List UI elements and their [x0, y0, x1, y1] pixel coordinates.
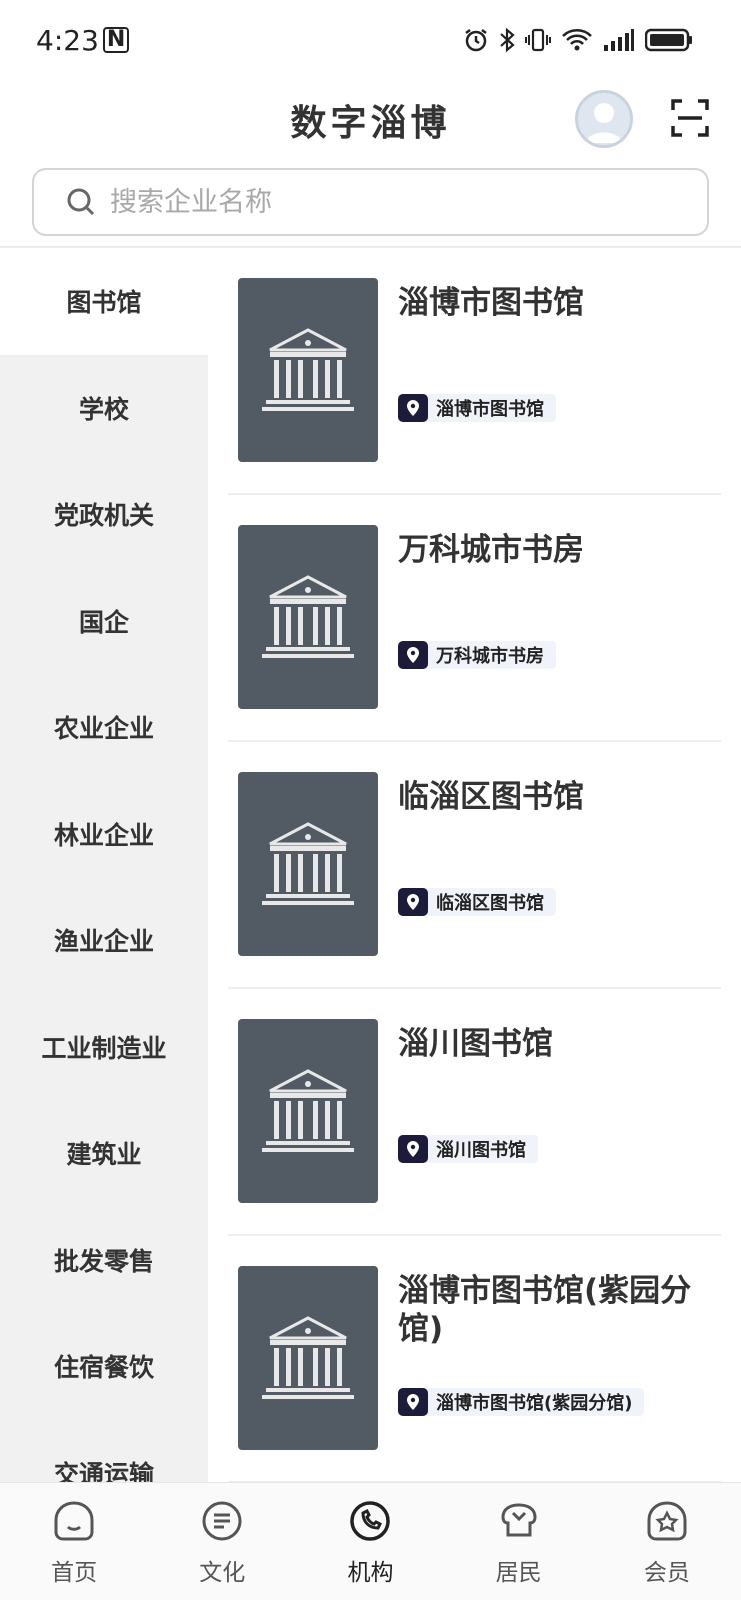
location-tag[interactable]: 淄川图书馆	[398, 1135, 538, 1163]
card-thumbnail	[238, 278, 378, 462]
tab-home-label: 首页	[51, 1560, 98, 1586]
institution-card[interactable]: 临淄区图书馆 临淄区图书馆	[228, 742, 721, 989]
vibrate-icon	[525, 28, 551, 52]
sidebar-item-school[interactable]: 学校	[0, 355, 208, 462]
home-icon	[54, 1501, 94, 1541]
battery-icon	[645, 28, 692, 52]
sidebar-item-retail[interactable]: 批发零售	[0, 1207, 208, 1314]
tab-resident-label: 居民	[495, 1560, 542, 1586]
location-pin-icon	[398, 394, 428, 422]
card-title: 万科城市书房	[398, 532, 584, 568]
location-pin-icon	[398, 1135, 428, 1163]
institution-card[interactable]: 淄博市图书馆(紫园分馆) 淄博市图书馆(紫园分馆)	[228, 1236, 721, 1482]
library-building-icon	[262, 822, 354, 905]
sidebar-item-agriculture[interactable]: 农业企业	[0, 674, 208, 781]
location-tag[interactable]: 万科城市书房	[398, 641, 556, 669]
tab-institution[interactable]: 机构	[305, 1483, 435, 1600]
location-pin-icon	[398, 888, 428, 916]
tab-resident[interactable]: 居民	[454, 1483, 584, 1600]
institution-card[interactable]: 淄川图书馆 淄川图书馆	[228, 989, 721, 1236]
institution-list: 淄博市图书馆 淄博市图书馆 万科城市书房 万科城市书房 临淄区图书馆 临淄区图书…	[208, 248, 741, 1482]
status-icons	[463, 27, 693, 53]
nfc-icon: N	[102, 27, 130, 53]
library-building-icon	[262, 575, 354, 658]
bluetooth-icon	[500, 27, 515, 53]
signal-icon	[604, 29, 634, 51]
alarm-icon	[465, 29, 487, 52]
institution-icon	[350, 1501, 391, 1541]
sidebar-item-forestry[interactable]: 林业企业	[0, 781, 208, 888]
location-tag-text: 淄博市图书馆	[436, 399, 544, 420]
culture-icon	[202, 1501, 242, 1541]
sidebar-item-library[interactable]: 图书馆	[0, 248, 208, 355]
institution-card[interactable]: 万科城市书房 万科城市书房	[228, 495, 721, 742]
location-tag[interactable]: 淄博市图书馆(紫园分馆)	[398, 1388, 645, 1416]
search-bar[interactable]	[32, 168, 709, 236]
sidebar-item-transport[interactable]: 交通运输	[0, 1420, 208, 1482]
library-building-icon	[262, 1316, 354, 1399]
user-avatar-icon	[586, 103, 622, 143]
sidebar-item-state-enterprise[interactable]: 国企	[0, 568, 208, 675]
bottom-tab-bar: 首页 文化 机构 居民 会员	[0, 1482, 741, 1600]
card-title: 淄川图书馆	[398, 1026, 553, 1062]
resident-icon	[501, 1503, 537, 1537]
card-thumbnail	[238, 525, 378, 709]
location-tag-text: 万科城市书房	[436, 646, 544, 667]
status-time-text: 4:23	[36, 23, 99, 57]
location-pin-icon	[398, 1388, 428, 1416]
status-bar: 4:23 N	[0, 0, 741, 80]
sidebar-item-construction[interactable]: 建筑业	[0, 1100, 208, 1207]
app-header: 数字淄博	[0, 80, 741, 158]
location-tag[interactable]: 淄博市图书馆	[398, 394, 556, 422]
tab-home[interactable]: 首页	[9, 1483, 139, 1600]
location-tag-text: 临淄区图书馆	[436, 893, 544, 914]
member-icon	[647, 1501, 687, 1541]
location-pin-icon	[398, 641, 428, 669]
search-icon	[67, 188, 95, 216]
library-building-icon	[262, 1069, 354, 1152]
card-title: 淄博市图书馆	[398, 285, 584, 321]
library-building-icon	[262, 328, 354, 411]
tab-member[interactable]: 会员	[602, 1483, 732, 1600]
sidebar-item-fishery[interactable]: 渔业企业	[0, 887, 208, 994]
tab-institution-label: 机构	[347, 1560, 394, 1586]
search-input[interactable]	[110, 186, 707, 218]
location-tag-text: 淄川图书馆	[436, 1140, 526, 1161]
card-title: 淄博市图书馆(紫园分馆)	[398, 1273, 692, 1347]
card-thumbnail	[238, 1019, 378, 1203]
location-tag[interactable]: 临淄区图书馆	[398, 888, 556, 916]
sidebar-item-hospitality[interactable]: 住宿餐饮	[0, 1313, 208, 1420]
scan-button[interactable]	[670, 98, 710, 138]
institution-card[interactable]: 淄博市图书馆 淄博市图书馆	[228, 248, 721, 495]
card-title: 临淄区图书馆	[398, 779, 584, 815]
tab-culture[interactable]: 文化	[157, 1483, 287, 1600]
wifi-icon	[562, 29, 592, 51]
location-tag-text: 淄博市图书馆(紫园分馆)	[436, 1393, 633, 1414]
card-thumbnail	[238, 772, 378, 956]
scan-icon	[671, 99, 709, 137]
category-sidebar: 图书馆 学校 党政机关 国企 农业企业 林业企业 渔业企业 工业制造业 建筑业 …	[0, 248, 208, 1482]
tab-member-label: 会员	[643, 1560, 690, 1586]
sidebar-item-manufacturing[interactable]: 工业制造业	[0, 994, 208, 1101]
tab-culture-label: 文化	[199, 1560, 246, 1586]
avatar[interactable]	[575, 90, 633, 148]
status-time: 4:23 N	[36, 23, 130, 57]
sidebar-item-government[interactable]: 党政机关	[0, 461, 208, 568]
card-thumbnail	[238, 1266, 378, 1450]
